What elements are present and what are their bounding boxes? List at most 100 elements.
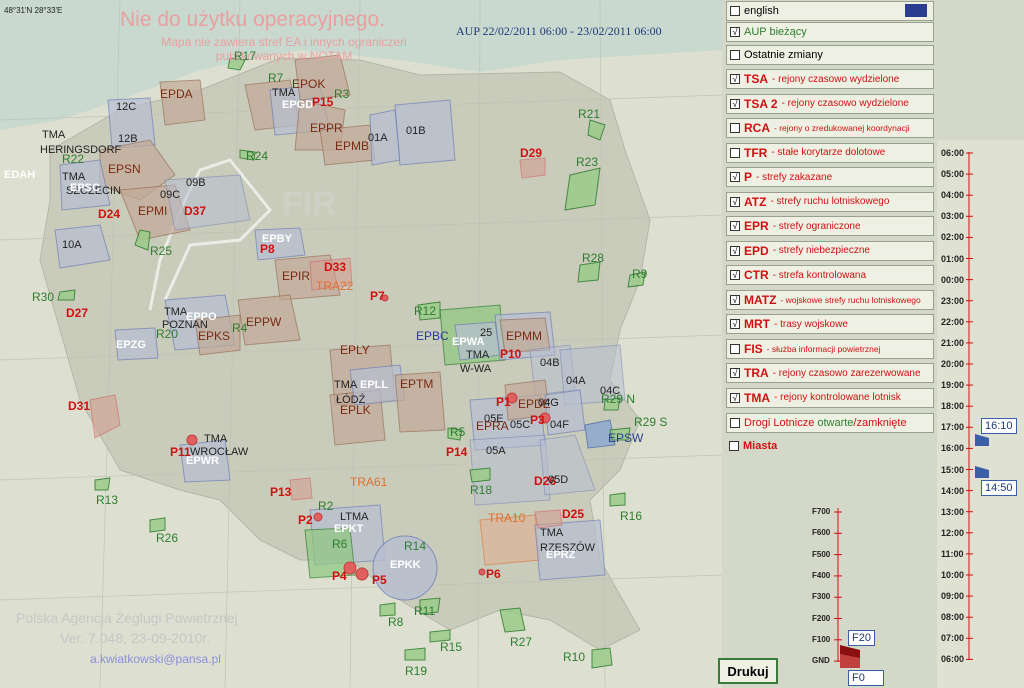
altitude-tick-label: F700: [812, 507, 831, 516]
map-label: 04A: [566, 375, 586, 387]
uk-flag-icon: [905, 4, 927, 17]
layer-toggle-rca[interactable]: RCA - rejony o zredukowanej koordynacji: [726, 118, 934, 138]
layer-checkbox[interactable]: √: [730, 392, 740, 403]
map-label: 09B: [186, 177, 206, 189]
cities-toggle[interactable]: Miasta: [726, 437, 932, 455]
time-tick-label: 05:00: [941, 169, 965, 180]
layer-checkbox[interactable]: √: [730, 245, 740, 256]
routes-toggle[interactable]: Drogi Lotnicze otwarte / zamknięte: [726, 413, 934, 433]
layer-checkbox[interactable]: √: [730, 294, 740, 305]
map-label: R30: [32, 290, 55, 304]
map-label: R23: [576, 155, 599, 169]
altitude-selector[interactable]: F700 F600 F500 F400 F300 F200 F100 GND F20 F0: [800, 500, 884, 688]
altitude-tick-label: F100: [812, 634, 831, 644]
layer-checkbox[interactable]: √: [730, 319, 740, 329]
map-label: 10A: [62, 239, 82, 251]
map-label: R29 N: [601, 392, 636, 406]
layer-checkbox[interactable]: √: [730, 172, 740, 182]
recent-changes-checkbox[interactable]: [730, 50, 740, 60]
recent-changes-toggle[interactable]: Ostatnie zmiany: [726, 45, 934, 65]
time-tick-label: 21:00: [941, 337, 965, 348]
map-label: R13: [96, 493, 119, 507]
map-label: R8: [388, 615, 404, 629]
aup-date-range: AUP 22/02/2011 06:00 - 23/02/2011 06:00: [456, 24, 662, 38]
layer-toggle-fis[interactable]: FIS - służba informacji powietrznej: [726, 338, 934, 359]
layer-checkbox[interactable]: √: [730, 368, 740, 378]
map-label: P14: [446, 445, 468, 459]
english-checkbox[interactable]: [730, 6, 740, 16]
layer-checkbox[interactable]: √: [730, 270, 740, 280]
upper-time-value[interactable]: 16:10: [981, 418, 1017, 434]
map-label: R7: [268, 71, 284, 85]
time-tick-label: 06:00: [941, 654, 965, 665]
map-label: EPGD: [282, 99, 314, 111]
time-tick-label: 19:00: [941, 380, 965, 391]
map-label: 04F: [550, 419, 569, 431]
time-selector[interactable]: 06:00 05:00 04:00 03:00 02:00 01:00 00:00 23:00…: [937, 140, 1024, 688]
layer-toggle-tma[interactable]: √ TMA - rejony kontrolowane lotnisk: [726, 387, 934, 408]
layer-checkbox[interactable]: [730, 123, 740, 133]
layer-checkbox[interactable]: √: [730, 196, 740, 207]
upper-altitude-value[interactable]: F20: [848, 630, 875, 646]
layer-checkbox[interactable]: √: [730, 221, 740, 231]
layer-toggle-tra[interactable]: √ TRA - rejony czasowo zarezerwowane: [726, 363, 934, 383]
time-tick-label: 10:00: [941, 570, 965, 580]
time-tick-label: 13:00: [941, 506, 965, 517]
layer-toggle-ctr[interactable]: √ CTR - strefa kontrolowana: [726, 265, 934, 285]
non-operational-warning: Nie do użytku operacyjnego.: [120, 8, 385, 31]
layer-toggle-p[interactable]: √ P - strefy zakazane: [726, 167, 934, 187]
layer-description: - strefy ograniczone: [772, 220, 861, 232]
map-label: EPPO: [186, 311, 217, 323]
routes-open-label: otwarte: [817, 417, 854, 429]
map-label: R29 S: [634, 415, 668, 429]
layer-checkbox[interactable]: √: [730, 98, 740, 109]
layer-description: - stałe korytarze dolotowe: [771, 147, 886, 158]
map-label: R10: [563, 650, 586, 664]
map-label: EPLY: [340, 343, 370, 357]
layer-checkbox[interactable]: √: [730, 74, 740, 84]
time-tick-label: 03:00: [941, 211, 965, 222]
cities-checkbox[interactable]: [729, 441, 739, 451]
map-label: EPLK: [340, 403, 371, 417]
map-label: TMA: [540, 527, 564, 539]
time-tick-label: 23:00: [941, 295, 965, 306]
layer-toggle-atz[interactable]: √ ATZ - strefy ruchu lotniskowego: [726, 191, 934, 212]
map-label: EPSW: [608, 431, 644, 445]
layer-toggle-tfr[interactable]: TFR - stałe korytarze dolotowe: [726, 142, 934, 163]
map-label: R4: [232, 321, 248, 335]
routes-checkbox[interactable]: [730, 418, 740, 428]
layer-toggle-matz[interactable]: √ MATZ - wojskowe strefy ruchu lotniskoweg…: [726, 289, 934, 310]
map-label: R11: [414, 604, 436, 618]
airspace-map[interactable]: 48°31'N 28°33'E Nie do użytku operacyjne…: [0, 0, 722, 688]
layer-checkbox[interactable]: [730, 343, 740, 354]
map-label: TMA: [466, 349, 490, 361]
layer-code: MRT: [744, 317, 770, 331]
layer-toggle-tsa-2[interactable]: √ TSA 2- rejony czasowo wydzielone: [726, 93, 934, 114]
time-tick-label: 12:00: [941, 527, 965, 538]
map-label: R3: [334, 87, 350, 101]
layer-toggle-epd[interactable]: √ EPD - strefy niebezpieczne: [726, 240, 934, 261]
contact-email[interactable]: a.kwiatkowski@pansa.pl: [90, 652, 221, 666]
language-toggle[interactable]: english: [726, 1, 934, 21]
map-label: P3: [530, 413, 545, 427]
map-label: 04G: [538, 397, 559, 409]
layer-toggle-tsa[interactable]: √ TSA - rejony czasowo wydzielone: [726, 69, 934, 89]
time-tick-label: 16:00: [941, 443, 965, 454]
map-label: R24: [246, 149, 269, 163]
layer-checkbox[interactable]: [730, 147, 740, 158]
altitude-tick-label: F300: [812, 592, 831, 602]
layer-code: CTR: [744, 268, 769, 282]
layer-toggle-epr[interactable]: √ EPR - strefy ograniczone: [726, 216, 934, 236]
aup-current-checkbox[interactable]: √: [730, 27, 740, 37]
time-tick-label: 06:00: [941, 148, 965, 158]
aup-current-toggle[interactable]: √ AUP bieżący: [726, 22, 934, 42]
layer-description: - strefy zakazane: [756, 171, 833, 183]
map-label: EPPW: [246, 315, 282, 329]
map-label: EPTM: [400, 377, 434, 391]
lower-altitude-value[interactable]: F0: [848, 670, 884, 686]
time-tick-label: 07:00: [941, 633, 965, 644]
print-button[interactable]: Drukuj: [718, 658, 778, 684]
layer-description: - trasy wojskowe: [774, 318, 848, 330]
layer-toggle-mrt[interactable]: √ MRT - trasy wojskowe: [726, 314, 934, 334]
lower-time-value[interactable]: 14:50: [981, 480, 1017, 496]
